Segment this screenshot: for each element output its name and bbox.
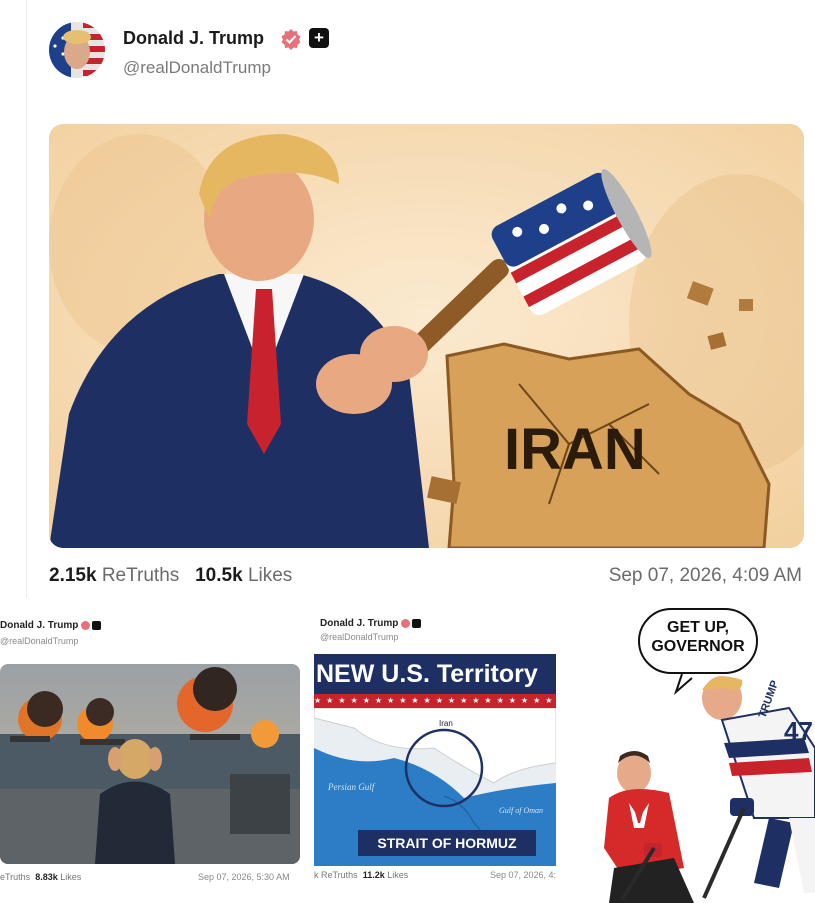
post-timestamp[interactable]: Sep 07, 2026, 4:09 AM — [609, 565, 802, 587]
plus-icon[interactable]: + — [309, 28, 329, 48]
mini-post-image[interactable]: TRUMP 47 — [604, 668, 815, 903]
likes-label[interactable]: Likes — [248, 565, 292, 586]
map-label-oman: Gulf of Oman — [499, 806, 543, 815]
verified-badge-icon — [401, 618, 411, 628]
mini-timestamp: Sep 07, 2026, 5:30 AM — [198, 872, 290, 882]
stars-strip: ★★★★★★★★★★★★★★★★★★★★ — [314, 694, 556, 708]
map-label-iran: Iran — [439, 719, 453, 728]
avatar[interactable] — [49, 22, 105, 78]
mini-post-image[interactable]: NEW U.S. Territory ★★★★★★★★★★★★★★★★★★★★ … — [314, 654, 556, 866]
retruths-count[interactable]: 2.15k — [49, 565, 97, 586]
mini-stats: k ReTruths 11.2k Likes — [314, 870, 409, 880]
verified-badge-icon — [81, 620, 91, 630]
jersey-number: 47 — [784, 716, 813, 746]
handle[interactable]: @realDonaldTrump — [123, 58, 271, 78]
likes-count[interactable]: 10.5k — [195, 565, 243, 586]
mini-post-2[interactable]: Donald J. Trump @realDonaldTrump NEW U.S… — [312, 608, 556, 903]
plus-icon — [92, 620, 102, 630]
verified-badge-icon — [280, 28, 302, 50]
display-name[interactable]: Donald J. Trump — [123, 28, 264, 49]
retruths-label[interactable]: ReTruths — [102, 565, 179, 586]
mini-display-name: Donald J. Trump — [320, 618, 422, 629]
speech-bubble: GET UP, GOVERNOR — [638, 608, 758, 674]
plus-icon — [412, 618, 422, 628]
iran-map-label: IRAN — [504, 417, 646, 482]
mini-handle: @realDonaldTrump — [0, 636, 79, 646]
map-label-gulf: Persian Gulf — [327, 782, 376, 792]
mini-handle: @realDonaldTrump — [320, 632, 399, 642]
main-post: Donald J. Trump + @realDonaldTrump IRAN — [26, 0, 815, 598]
mini-post-image[interactable] — [0, 664, 300, 864]
headline-banner: NEW U.S. Territory — [314, 654, 556, 694]
post-stats: 2.15k ReTruths 10.5k Likes — [49, 565, 292, 587]
mini-timestamp: Sep 07, 2026, 4:0 — [490, 870, 556, 880]
mini-display-name: Donald J. Trump — [0, 620, 102, 631]
post-image[interactable]: IRAN — [49, 124, 804, 548]
mini-stats: eTruths 8.83k Likes — [0, 872, 82, 882]
mini-post-1[interactable]: Donald J. Trump @realDonaldTrump eTruths… — [0, 608, 302, 903]
mini-post-3[interactable]: GET UP, GOVERNOR TRUMP 47 — [604, 608, 815, 903]
strait-banner: STRAIT OF HORMUZ — [358, 830, 536, 856]
